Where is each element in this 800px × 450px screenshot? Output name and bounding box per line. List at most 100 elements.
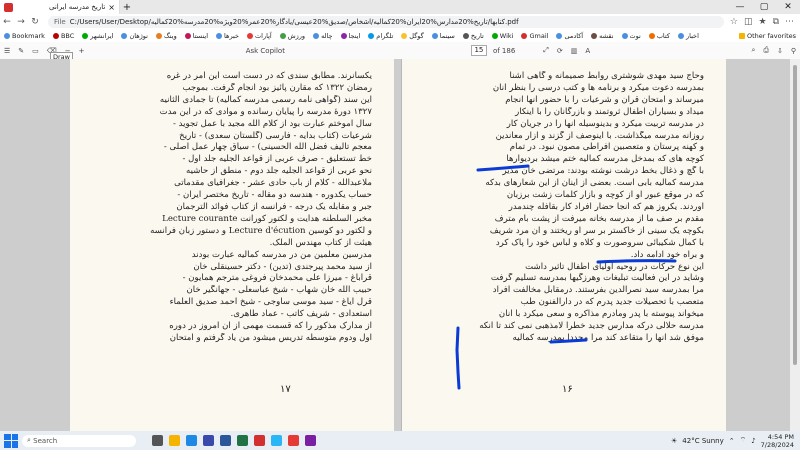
text-line: شرعیات (کتاب بدایه - فارسی (گلستان سعدی)… [179,130,372,141]
bookmark-item[interactable]: خبرها [212,32,243,40]
maximize-button[interactable]: ▢ [752,2,776,12]
store-icon[interactable] [203,435,214,446]
contents-icon[interactable]: ☰ [0,47,14,55]
bookmark-icon [462,33,469,39]
volume-icon[interactable]: ♪ [751,437,755,445]
bookmark-icon [82,33,89,39]
pdf-viewer[interactable]: یکسانرند. مطابق سندی که در دست است این ا… [0,59,800,431]
text-line: روزانه مدرسه میگذاشت. با اینوصف از گزند … [495,130,704,141]
bookmark-item[interactable]: کتاب [645,32,674,40]
url-field[interactable]: File C:/Users/User/Desktop/کتابها/تاریخ%… [48,16,724,28]
bookmark-item[interactable]: آکادمی [552,32,587,40]
bookmark-item[interactable]: وینگ [152,32,181,40]
text-line: مدرسه کمالیه بابی است. بعضی از اینان از … [485,178,704,189]
search-icon[interactable]: ⌕ [747,46,759,55]
bookmark-icon [184,33,191,39]
new-tab-button[interactable]: + [120,2,134,13]
bookmark-item[interactable]: گوگل [397,32,427,40]
bookmark-item[interactable]: اینستا [181,32,212,40]
text-line: نحو عربی از قواعد الجلیه جلد دوم - منطق … [186,166,372,177]
page-view-icon[interactable]: ▥ [567,47,582,55]
tab-close-icon[interactable]: × [108,3,115,12]
bookmark-item[interactable]: ایرانشهر [78,32,117,40]
fit-page-icon[interactable]: ⤢ [539,46,553,55]
split-screen-icon[interactable]: ◫ [744,17,753,27]
text-line: آوردند. یکروز هم که آنجا حضار افراد کار … [508,201,704,212]
highlight-icon[interactable]: ▭ [28,47,43,55]
text-line: معجم تألیف فضل الله الحسینی) - سیاق چهار… [163,142,372,153]
read-aloud-icon[interactable]: A [581,47,594,55]
bookmark-item[interactable]: اخبار [674,32,703,40]
page-number: ۱۶ [562,384,573,395]
minimize-button[interactable]: — [728,2,752,12]
text-line: از سید محمد پیرجندی (تدین) - دکتر حسینقل… [193,261,372,272]
windows-start-icon[interactable] [4,433,18,448]
pin-icon[interactable]: ⚲ [787,47,800,55]
collections-icon[interactable]: ⧉ [773,17,779,27]
acrobat-icon[interactable] [254,435,265,446]
star-icon[interactable]: ☆ [730,17,738,27]
bookmark-item[interactable]: Wiki [488,32,518,40]
clock[interactable]: 4:54 PM 7/28/2024 [761,433,794,449]
text-line: کوچه های که بمدخل مدرسه کمالیه ختم میشد … [506,154,704,165]
page-input[interactable]: 15 [470,45,487,56]
bookmark-item[interactable]: سینما [428,32,459,40]
bookmark-icon [621,33,628,39]
save-icon[interactable]: ⇩ [773,47,787,55]
bookmark-item[interactable]: اینجا [337,32,365,40]
ask-copilot[interactable]: Ask Copilot [242,47,289,55]
draw-icon[interactable]: ✎ [14,47,28,55]
vertical-scrollbar[interactable] [790,59,800,431]
edge-icon[interactable] [186,435,197,446]
bookmark-item[interactable]: ورزش [276,32,309,40]
bookmark-item[interactable]: تاریخ [459,32,488,40]
weather-icon[interactable]: ☀ [671,437,677,445]
bookmark-item[interactable]: نوت [618,32,645,40]
text-line: ملاعبدالله - کلام از باب حادی عشر - جغرا… [174,178,372,189]
rotate-icon[interactable]: ⟳ [553,47,567,55]
title-bar: تاریخ مدرسه ایرانی × + — ▢ ✕ [0,0,800,14]
url-text: C:/Users/User/Desktop/کتابها/تاریخ%20مدا… [69,18,519,26]
text-line: مخبر السلطنه هدایت و لکتور کورانت Lectur… [162,213,372,224]
zoom-in-icon[interactable]: + [75,47,89,55]
text-line: اول ودوم متوسطه تدریس میشود من یاد گرفتم… [169,332,372,343]
bookmark-item[interactable]: Gmail [517,32,552,40]
back-icon[interactable]: ← [0,17,14,27]
forward-icon[interactable]: → [14,17,28,27]
close-window-button[interactable]: ✕ [776,2,800,12]
bookmark-icon [313,33,320,39]
tray-overflow-icon[interactable]: ⌃ [729,437,735,445]
bookmark-item[interactable]: آپارات [243,32,276,40]
page-total: of 186 [492,46,516,55]
weather-text[interactable]: 42°C Sunny [682,437,723,445]
pdf-page-left: یکسانرند. مطابق سندی که در دست است این ا… [70,59,394,431]
other-favorites[interactable]: Other favorites [735,32,800,40]
active-tab[interactable]: تاریخ مدرسه ایرانی × [0,0,120,14]
task-view-icon[interactable] [152,435,163,446]
bookmark-item[interactable]: نقشه [587,32,617,40]
bookmark-icon [556,33,563,39]
file-explorer-icon[interactable] [169,435,180,446]
scroll-thumb[interactable] [793,65,797,365]
bookmark-item[interactable]: Bookmark [0,32,49,40]
favorites-icon[interactable]: ★ [758,17,766,27]
bookmark-item[interactable]: تلگرام [364,32,397,40]
bookmark-icon [677,33,684,39]
taskbar-search[interactable]: ⌕ Search [22,434,136,447]
network-icon[interactable]: ⌔ [740,436,747,445]
bookmark-item[interactable]: نوژهان [117,32,152,40]
taskbar: ⌕ Search ☀ 42°C Sunny ⌃ ⌔ ♪ 4:54 PM 7/28… [0,431,800,450]
menu-icon[interactable]: ⋯ [785,17,794,27]
refresh-icon[interactable]: ↻ [28,17,42,27]
excel-icon[interactable] [237,435,248,446]
print-icon[interactable]: ⎙ [759,46,773,55]
telegram-icon[interactable] [271,435,282,446]
bookmark-item[interactable]: چاله [309,32,336,40]
bookmark-item[interactable]: BBC [49,32,78,40]
text-line: این نوع حرکات در روحیه اولیای اطفال تأثی… [525,261,704,272]
text-line: متعصب با تحصیلات جدید پدرم که در دارالفن… [520,297,704,308]
chrome-icon[interactable] [288,435,299,446]
app-icon[interactable] [305,435,316,446]
text-line: بمدرسه دعوت میکرد و برنامه ها و کتب درسی… [492,82,704,93]
word-icon[interactable] [220,435,231,446]
